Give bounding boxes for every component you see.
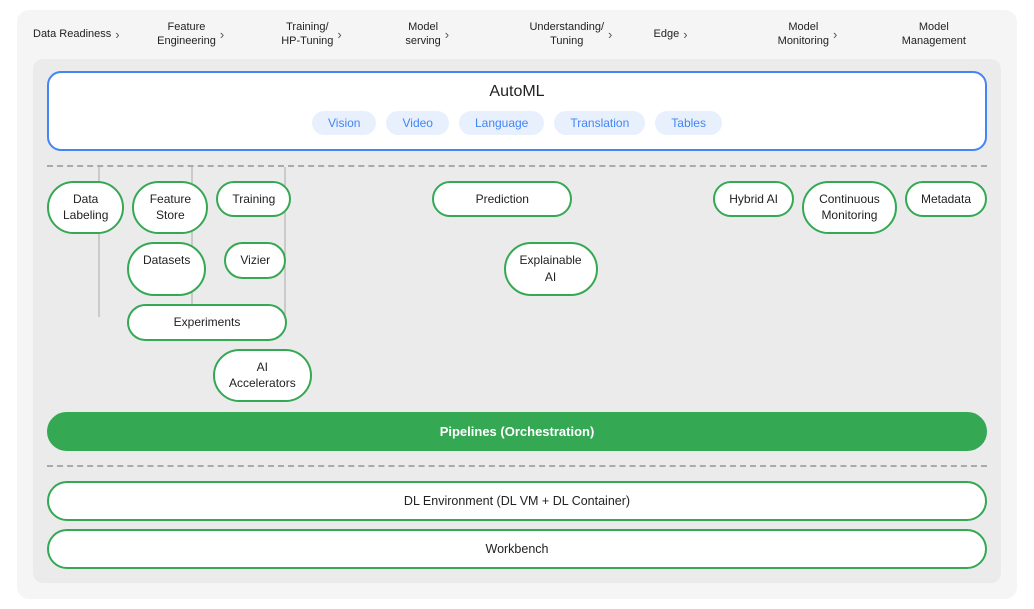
pipelines-row: Pipelines (Orchestration)	[47, 412, 987, 451]
diagram-container: Data Readiness › FeatureEngineering › Tr…	[17, 10, 1017, 599]
nav-item-understanding: Understanding/Tuning ›	[529, 20, 653, 49]
chip-vision: Vision	[312, 111, 376, 135]
automl-title: AutoML	[65, 83, 969, 101]
pill-experiments: Experiments	[127, 304, 287, 341]
nav-label-feature-engineering: FeatureEngineering	[157, 20, 216, 49]
nav-label-monitoring: ModelMonitoring	[778, 20, 829, 49]
components-content: DataLabeling FeatureStore Training Predi…	[47, 181, 987, 452]
nav-label-data-readiness: Data Readiness	[33, 27, 111, 41]
chip-video: Video	[386, 111, 448, 135]
pill-vizier: Vizier	[224, 242, 286, 279]
nav-item-model-serving: Modelserving ›	[405, 20, 529, 49]
pill-ai-accelerators: AIAccelerators	[213, 349, 312, 403]
nav-item-training: Training/HP-Tuning ›	[281, 20, 405, 49]
pill-hybrid-ai: Hybrid AI	[713, 181, 794, 218]
nav-item-feature-engineering: FeatureEngineering ›	[157, 20, 281, 49]
main-area: AutoML Vision Video Language Translation…	[33, 59, 1001, 584]
nav-label-edge: Edge	[654, 27, 680, 41]
dashed-separator-bottom	[47, 465, 987, 467]
automl-chips: Vision Video Language Translation Tables	[65, 111, 969, 135]
automl-box: AutoML Vision Video Language Translation…	[47, 71, 987, 151]
nav-item-monitoring: ModelMonitoring ›	[778, 20, 902, 49]
pill-prediction: Prediction	[432, 181, 572, 218]
chip-tables: Tables	[655, 111, 722, 135]
pill-continuous-monitoring: ContinuousMonitoring	[802, 181, 897, 235]
components-row-1: DataLabeling FeatureStore Training Predi…	[47, 181, 987, 235]
pill-pipelines: Pipelines (Orchestration)	[47, 412, 987, 451]
nav-arrow-5: ›	[683, 27, 687, 42]
nav-arrow-0: ›	[115, 27, 119, 42]
pill-workbench: Workbench	[47, 529, 987, 569]
bottom-section: DL Environment (DL VM + DL Container) Wo…	[47, 481, 987, 569]
components-row-4: AIAccelerators	[47, 349, 987, 403]
nav-arrow-6: ›	[833, 27, 837, 42]
components-row-3: Experiments	[47, 304, 987, 341]
nav-label-model-serving: Modelserving	[405, 20, 440, 49]
pill-training: Training	[216, 181, 291, 218]
top-nav: Data Readiness › FeatureEngineering › Tr…	[33, 10, 1001, 55]
pill-explainable-ai: ExplainableAI	[504, 242, 598, 296]
nav-item-edge: Edge ›	[654, 27, 778, 42]
pill-data-labeling: DataLabeling	[47, 181, 124, 235]
components-section: DataLabeling FeatureStore Training Predi…	[47, 181, 987, 452]
nav-label-understanding: Understanding/Tuning	[529, 20, 604, 49]
pill-feature-store: FeatureStore	[132, 181, 208, 235]
pill-datasets: Datasets	[127, 242, 206, 296]
pill-dl-environment: DL Environment (DL VM + DL Container)	[47, 481, 987, 521]
components-row-2: Datasets Vizier ExplainableAI	[47, 242, 987, 296]
chip-translation: Translation	[554, 111, 645, 135]
nav-arrow-3: ›	[445, 27, 449, 42]
nav-arrow-4: ›	[608, 27, 612, 42]
dashed-separator-top	[47, 165, 987, 167]
chip-language: Language	[459, 111, 544, 135]
nav-label-management: ModelManagement	[902, 20, 966, 49]
nav-arrow-2: ›	[337, 27, 341, 42]
nav-arrow-1: ›	[220, 27, 224, 42]
nav-label-training: Training/HP-Tuning	[281, 20, 333, 49]
nav-item-management: ModelManagement	[902, 20, 1001, 49]
nav-item-data-readiness: Data Readiness ›	[33, 27, 157, 42]
pill-metadata: Metadata	[905, 181, 987, 218]
